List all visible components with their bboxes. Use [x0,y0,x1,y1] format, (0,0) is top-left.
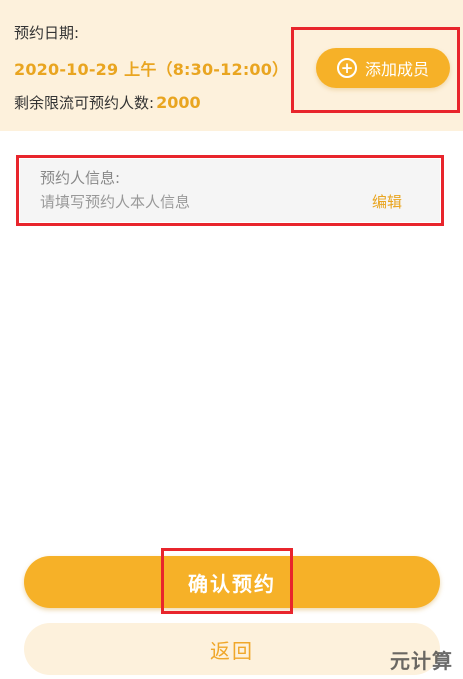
date-value: 2020-10-29 上午（8:30-12:00） [14,60,289,79]
date-label: 预约日期: [14,24,80,42]
remaining-count: 2000 [156,93,201,112]
remaining-quota: 剩余限流可预约人数: 2000 [14,92,201,113]
back-button[interactable]: 返回 [24,623,440,675]
remaining-label: 剩余限流可预约人数: [14,94,155,112]
highlight-box-add-member [291,27,460,113]
highlight-box-confirm [161,548,293,614]
watermark: 元计算 [390,649,453,673]
highlight-box-booker-info [16,155,444,226]
